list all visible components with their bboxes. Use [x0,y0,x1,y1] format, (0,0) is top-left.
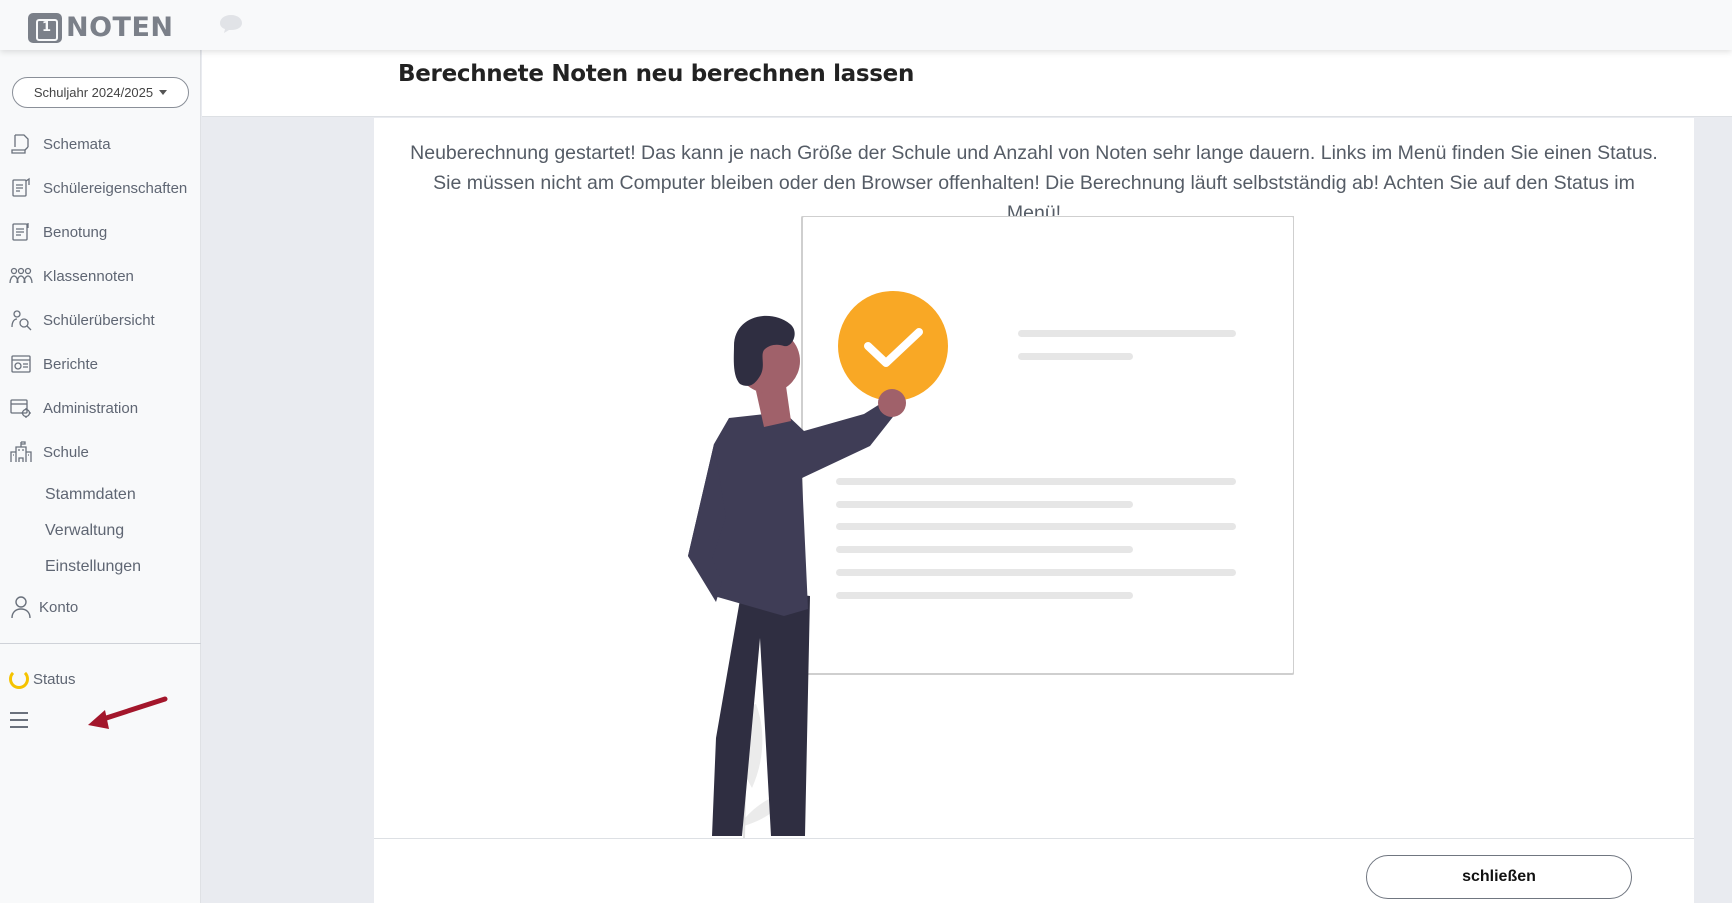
sidebar-item-konto[interactable]: Konto [9,592,78,622]
modal-footer: schließen [374,838,1694,903]
student-search-icon [9,308,33,332]
sidebar: Schuljahr 2024/2025 Schemata Schülereige… [0,50,201,903]
annotation-arrow-icon [88,696,168,729]
modal-body: Neuberechnung gestartet! Das kann je nac… [374,118,1694,903]
app-logo[interactable]: NOTEN [28,12,174,43]
sidebar-divider [0,643,201,644]
student-properties-icon [9,176,33,200]
sidebar-item-label: Schülerübersicht [43,311,155,329]
school-icon [9,440,33,464]
sidebar-item-status[interactable]: Status [9,669,76,689]
sidebar-item-schemata[interactable]: Schemata [9,129,111,159]
chevron-down-icon [159,90,168,95]
sidebar-item-label: Klassennoten [43,267,134,285]
spinner-icon [9,669,29,689]
success-illustration [688,216,1294,838]
sidebar-item-label: Schemata [43,135,111,153]
sidebar-item-schule[interactable]: Schule [9,437,89,467]
user-icon [9,595,33,619]
sidebar-subitem-verwaltung[interactable]: Verwaltung [45,522,124,540]
sidebar-item-label: Konto [39,598,79,616]
school-year-select[interactable]: Schuljahr 2024/2025 [12,77,189,108]
sidebar-item-berichte[interactable]: Berichte [9,349,98,379]
reports-icon [9,352,33,376]
info-message: Neuberechnung gestartet! Das kann je nac… [410,142,1658,224]
check-circle-icon [838,291,948,401]
sidebar-subitem-einstellungen[interactable]: Einstellungen [45,558,141,576]
modal-header: Berechnete Noten neu berechnen lassen [202,50,1732,117]
sidebar-item-administration[interactable]: Administration [9,393,138,423]
chat-icon[interactable] [219,14,243,34]
status-label: Status [33,670,76,688]
logo-icon [28,12,62,43]
grading-icon [9,220,33,244]
top-bar: NOTEN [0,0,1732,50]
class-grades-icon [9,264,33,288]
sidebar-item-klassennoten[interactable]: Klassennoten [9,261,134,291]
page-title: Berechnete Noten neu berechnen lassen [398,61,915,87]
sidebar-item-schuleruebersicht[interactable]: Schülerübersicht [9,305,155,335]
sidebar-item-benotung[interactable]: Benotung [9,217,107,247]
sidebar-item-label: Administration [43,399,139,417]
close-button[interactable]: schließen [1366,855,1632,899]
sidebar-item-label: Schule [43,443,89,461]
logo-text: NOTEN [66,12,174,43]
sidebar-item-schuelereigenschaften[interactable]: Schülereigenschaften [9,173,187,203]
school-year-label: Schuljahr 2024/2025 [33,85,154,100]
administration-icon [9,396,33,420]
sidebar-item-label: Schülereigenschaften [43,179,188,197]
sidebar-item-label: Berichte [43,355,99,373]
menu-toggle-icon[interactable] [10,712,28,733]
sidebar-subitem-stammdaten[interactable]: Stammdaten [45,486,136,504]
schema-icon [9,132,33,156]
sidebar-item-label: Benotung [43,223,108,241]
